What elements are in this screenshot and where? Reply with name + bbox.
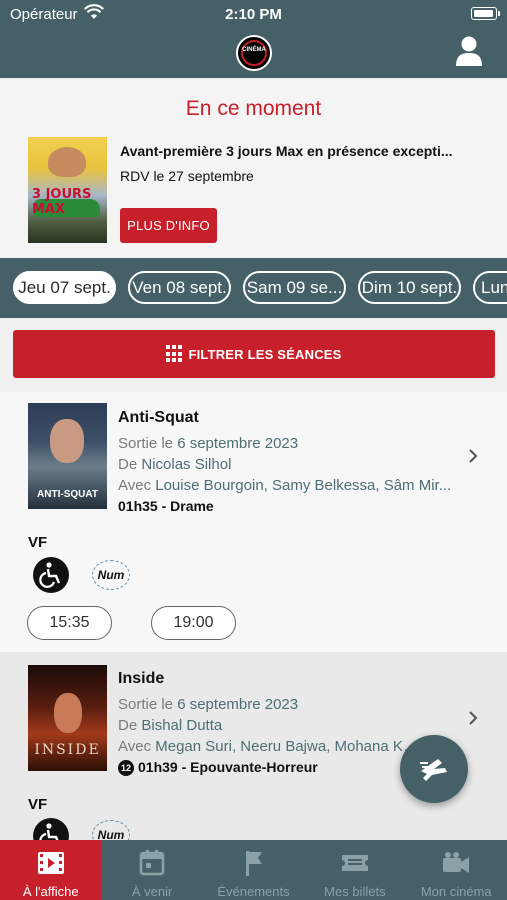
tab-label: À l'affiche xyxy=(22,884,79,899)
calendar-icon xyxy=(139,850,165,876)
movie-title: Anti-Squat xyxy=(118,409,199,426)
camera-icon xyxy=(443,852,470,873)
ticket-icon xyxy=(341,855,368,871)
movie-cast: Avec Megan Suri, Neeru Bajwa, Mohana Kr.… xyxy=(118,738,418,755)
featured-poster[interactable]: 3 JOURS MAX xyxy=(28,137,107,243)
cast-names: Louise Bourgoin, Samy Belkessa, Sâm Mir.… xyxy=(155,477,452,494)
more-info-button[interactable]: PLUS D'INFO xyxy=(120,208,217,243)
showtime-button[interactable]: 15:35 xyxy=(27,606,112,640)
movie-poster[interactable]: INSIDE xyxy=(28,665,107,771)
tab-mon-cinema[interactable]: Mon cinéma xyxy=(406,840,507,900)
movie-release: Sortie le 6 septembre 2023 xyxy=(118,435,463,452)
release-prefix: Sortie le xyxy=(118,696,174,713)
clock: 2:10 PM xyxy=(225,6,282,23)
tab-label: Mon cinéma xyxy=(420,884,492,899)
tab-a-laffiche[interactable]: À l'affiche xyxy=(0,840,102,900)
digital-projection-icon: Num xyxy=(92,560,130,590)
filter-label: FILTRER LES SÉANCES xyxy=(188,346,342,362)
poster-title-text: ANTI-SQUAT xyxy=(37,489,98,500)
movie-director: De Nicolas Silhol xyxy=(118,456,463,473)
director-prefix: De xyxy=(118,456,138,473)
movie-poster[interactable]: ANTI-SQUAT xyxy=(28,403,107,509)
featured-banner: En ce moment 3 JOURS MAX Avant-première … xyxy=(0,80,507,258)
logo-ring xyxy=(241,40,267,66)
quick-booking-fab[interactable] xyxy=(400,735,468,803)
user-account-icon[interactable] xyxy=(455,36,483,66)
date-tab-ven-08[interactable]: Ven 08 sept. xyxy=(128,271,231,304)
tab-label: À venir xyxy=(131,884,173,899)
cast-prefix: Avec xyxy=(118,738,152,755)
banner-title: En ce moment xyxy=(185,97,322,120)
featured-heading: Avant-première 3 jours Max en présence e… xyxy=(120,143,453,159)
logo-text: CINÉMA xyxy=(242,47,266,53)
tab-a-venir[interactable]: À venir xyxy=(101,840,202,900)
poster-logo-text: 3 JOURS MAX xyxy=(32,187,92,217)
poster-title-text: INSIDE xyxy=(34,742,101,758)
app-header: Opérateur 2:10 PM CINÉMA xyxy=(0,0,507,78)
cinema-logo[interactable]: CINÉMA xyxy=(236,35,272,71)
poster-art xyxy=(50,419,84,463)
movie-duration-genre: 01h35 - Drame xyxy=(118,498,214,514)
chevron-right-icon[interactable] xyxy=(468,710,478,726)
director-name: Nicolas Silhol xyxy=(141,456,232,473)
version-label: VF xyxy=(28,796,48,813)
filter-sessions-button[interactable]: FILTRER LES SÉANCES xyxy=(13,330,495,378)
poster-art xyxy=(54,693,82,733)
director-prefix: De xyxy=(118,717,138,734)
date-tab-jeu-07[interactable]: Jeu 07 sept. xyxy=(13,271,116,304)
age-rating-badge: 12 xyxy=(118,760,134,776)
film-icon xyxy=(37,852,64,874)
poster-art xyxy=(48,147,86,177)
movie-duration-genre: 12 01h39 - Epouvante-Horreur xyxy=(118,759,318,776)
cast-prefix: Avec xyxy=(118,477,152,494)
release-date: 6 septembre 2023 xyxy=(177,435,299,452)
date-selector[interactable]: Jeu 07 sept. Ven 08 sept. Sam 09 se... D… xyxy=(0,258,507,318)
tab-evenements[interactable]: Événements xyxy=(203,840,304,900)
flag-icon xyxy=(246,851,263,876)
movie-card[interactable]: ANTI-SQUAT Anti-Squat Sortie le 6 septem… xyxy=(0,392,507,652)
grid-icon xyxy=(166,345,183,363)
date-tab-lun[interactable]: Lun xyxy=(473,271,507,304)
movie-cast: Avec Louise Bourgoin, Samy Belkessa, Sâm… xyxy=(118,477,463,494)
release-date: 6 septembre 2023 xyxy=(177,696,299,713)
tab-label: Mes billets xyxy=(324,884,386,899)
tab-label: Événements xyxy=(217,884,290,899)
ticket-plane-icon xyxy=(420,759,447,781)
date-tab-sam-09[interactable]: Sam 09 se... xyxy=(243,271,346,304)
date-tab-dim-10[interactable]: Dim 10 sept. xyxy=(358,271,461,304)
tab-mes-billets[interactable]: Mes billets xyxy=(304,840,405,900)
director-name: Bishal Dutta xyxy=(141,717,223,734)
version-label: VF xyxy=(28,534,48,551)
bottom-tab-bar: À l'affiche À venir Événements Mes bille… xyxy=(0,840,507,900)
status-bar: Opérateur 2:10 PM xyxy=(0,0,507,28)
movie-release: Sortie le 6 septembre 2023 xyxy=(118,696,463,713)
movie-title: Inside xyxy=(118,670,165,687)
wheelchair-accessible-icon xyxy=(33,557,69,593)
release-prefix: Sortie le xyxy=(118,435,174,452)
battery-icon xyxy=(471,7,500,20)
featured-subtitle: RDV le 27 septembre xyxy=(120,168,254,184)
duration-genre-text: 01h39 - Epouvante-Horreur xyxy=(138,759,318,775)
movie-director: De Bishal Dutta xyxy=(118,717,463,734)
cast-names: Megan Suri, Neeru Bajwa, Mohana Kr... xyxy=(155,738,418,755)
chevron-right-icon[interactable] xyxy=(468,448,478,464)
showtime-button[interactable]: 19:00 xyxy=(151,606,236,640)
